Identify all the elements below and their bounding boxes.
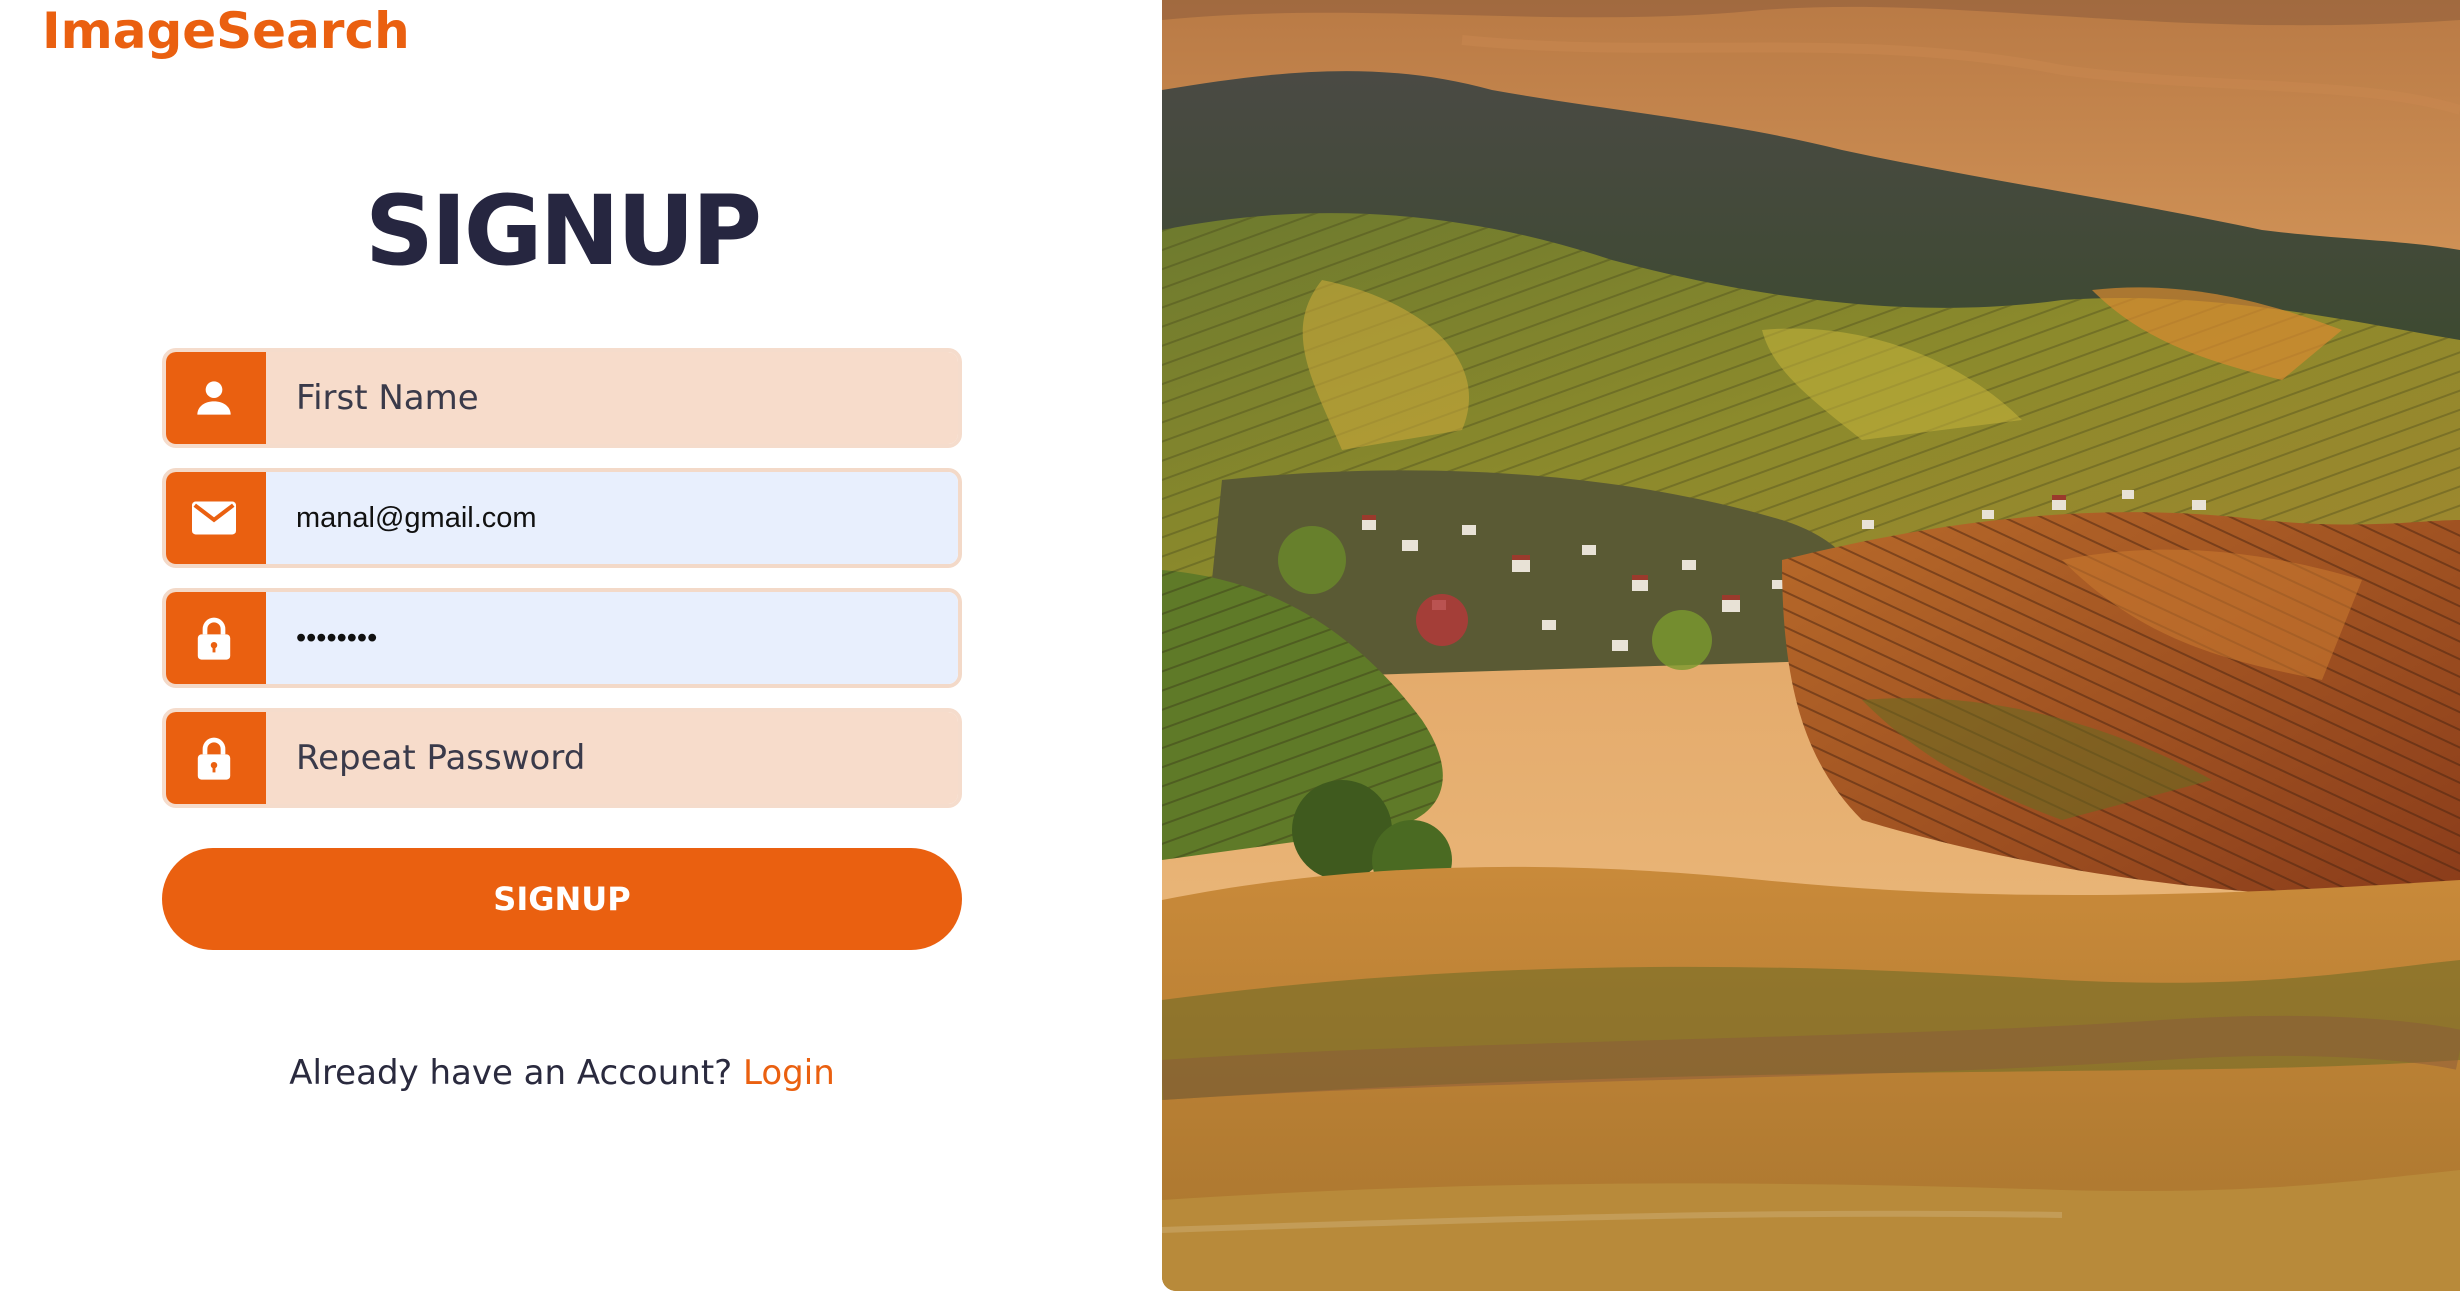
brand-logo[interactable]: ImageSearch bbox=[42, 2, 410, 60]
page-title: SIGNUP bbox=[364, 175, 762, 287]
repeat-password-field bbox=[162, 708, 962, 808]
password-input[interactable] bbox=[266, 592, 958, 684]
login-prompt: Already have an Account? Login bbox=[162, 1053, 962, 1093]
user-icon bbox=[166, 352, 266, 444]
first-name-field bbox=[162, 348, 962, 448]
login-link[interactable]: Login bbox=[743, 1053, 835, 1093]
signup-page: ImageSearch SIGNUP SIGNUP bbox=[0, 0, 2460, 1291]
lock-icon bbox=[166, 592, 266, 684]
email-field bbox=[162, 468, 962, 568]
repeat-password-input[interactable] bbox=[266, 712, 958, 804]
first-name-input[interactable] bbox=[266, 352, 958, 444]
password-field bbox=[162, 588, 962, 688]
account-prompt-text: Already have an Account? bbox=[289, 1053, 733, 1093]
email-input[interactable] bbox=[266, 472, 958, 564]
signup-button[interactable]: SIGNUP bbox=[162, 848, 962, 950]
landscape-photo bbox=[1162, 0, 2460, 1291]
lock-icon bbox=[166, 712, 266, 804]
mail-icon bbox=[166, 472, 266, 564]
signup-panel: ImageSearch SIGNUP SIGNUP bbox=[0, 0, 1162, 1291]
